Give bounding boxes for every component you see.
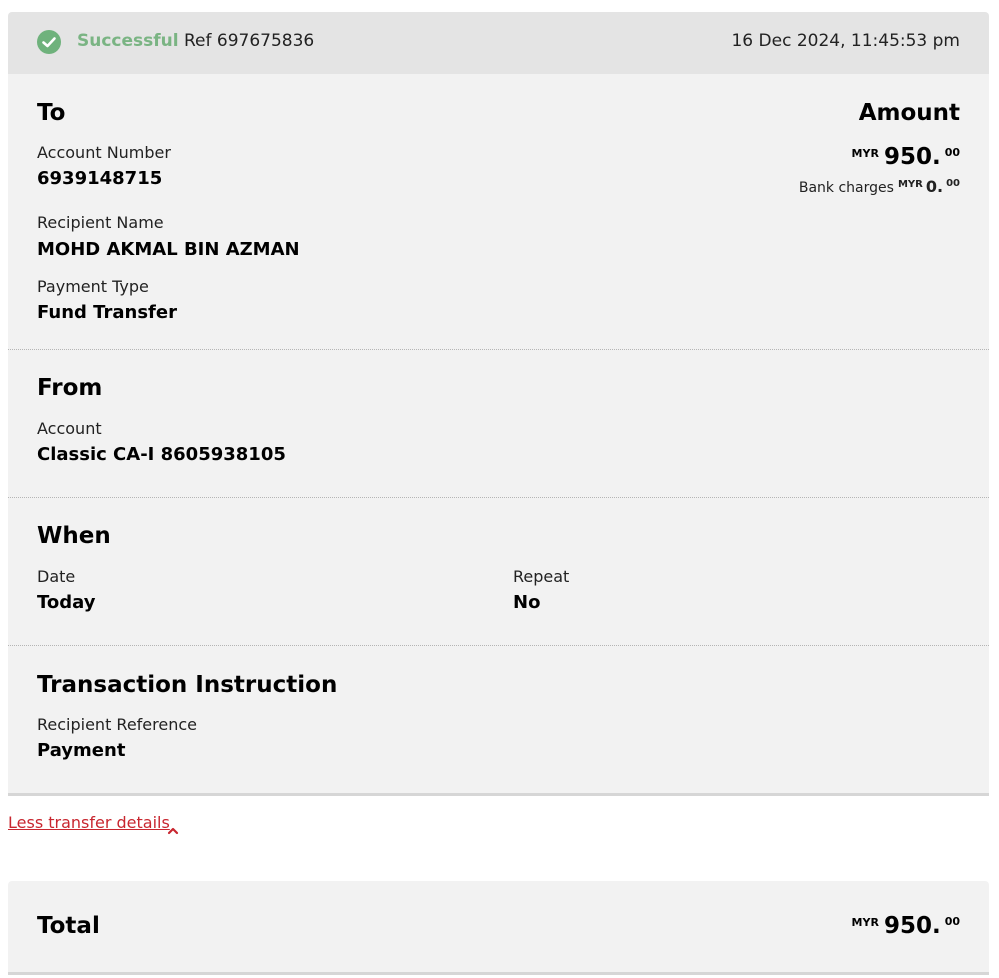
amount-value: MYR 950. 00 xyxy=(852,144,960,170)
date-label: Date xyxy=(37,567,76,586)
recipient-reference-label: Recipient Reference xyxy=(37,715,197,734)
less-transfer-details-link[interactable]: Less transfer details xyxy=(8,813,170,832)
total-section: Total MYR 950. 00 xyxy=(8,881,989,975)
account-number-label: Account Number xyxy=(37,143,171,162)
from-section: From Account Classic CA-I 8605938105 xyxy=(8,350,989,498)
when-heading: When xyxy=(37,523,111,549)
recipient-name-label: Recipient Name xyxy=(37,213,164,232)
chevron-up-icon[interactable] xyxy=(167,820,179,839)
date-value: Today xyxy=(37,592,96,613)
timestamp: 16 Dec 2024, 11:45:53 pm xyxy=(731,31,960,51)
recipient-name-value: MOHD AKMAL BIN AZMAN xyxy=(37,239,300,260)
to-section: To Account Number 6939148715 Recipient N… xyxy=(8,74,989,350)
bank-charges: Bank charges MYR 0. 00 xyxy=(799,177,960,196)
bank-charges-label: Bank charges xyxy=(798,180,894,196)
status-bar: Successful Ref 697675836 16 Dec 2024, 11… xyxy=(8,12,989,74)
account-number-value: 6939148715 xyxy=(37,168,163,189)
total-label: Total xyxy=(37,913,100,939)
from-account-label: Account xyxy=(37,419,102,438)
payment-type-label: Payment Type xyxy=(37,277,149,296)
bank-charges-cents: 00 xyxy=(946,178,960,189)
repeat-label: Repeat xyxy=(513,567,570,586)
check-circle-icon xyxy=(37,30,61,54)
total-whole: 950. xyxy=(883,913,941,939)
amount-currency: MYR xyxy=(851,147,879,160)
reference-number: Ref 697675836 xyxy=(184,31,315,51)
from-heading: From xyxy=(37,375,103,401)
from-account-value: Classic CA-I 8605938105 xyxy=(37,444,286,465)
to-heading: To xyxy=(37,100,66,126)
instruction-section: Transaction Instruction Recipient Refere… xyxy=(8,646,989,796)
status-label: Successful xyxy=(77,31,179,51)
status-text: Successful Ref 697675836 xyxy=(77,31,314,51)
amount-cents: 00 xyxy=(944,146,960,159)
total-currency: MYR xyxy=(851,916,879,929)
total-amount: MYR 950. 00 xyxy=(852,913,960,939)
amount-heading: Amount xyxy=(858,100,960,126)
bank-charges-currency: MYR xyxy=(897,179,923,190)
repeat-value: No xyxy=(513,592,541,613)
amount-whole: 950. xyxy=(883,144,941,170)
instruction-heading: Transaction Instruction xyxy=(37,672,338,698)
payment-type-value: Fund Transfer xyxy=(37,302,177,323)
total-cents: 00 xyxy=(944,915,960,928)
recipient-reference-value: Payment xyxy=(37,740,126,761)
bank-charges-whole: 0. xyxy=(925,177,944,196)
when-section: When Date Today Repeat No xyxy=(8,498,989,646)
